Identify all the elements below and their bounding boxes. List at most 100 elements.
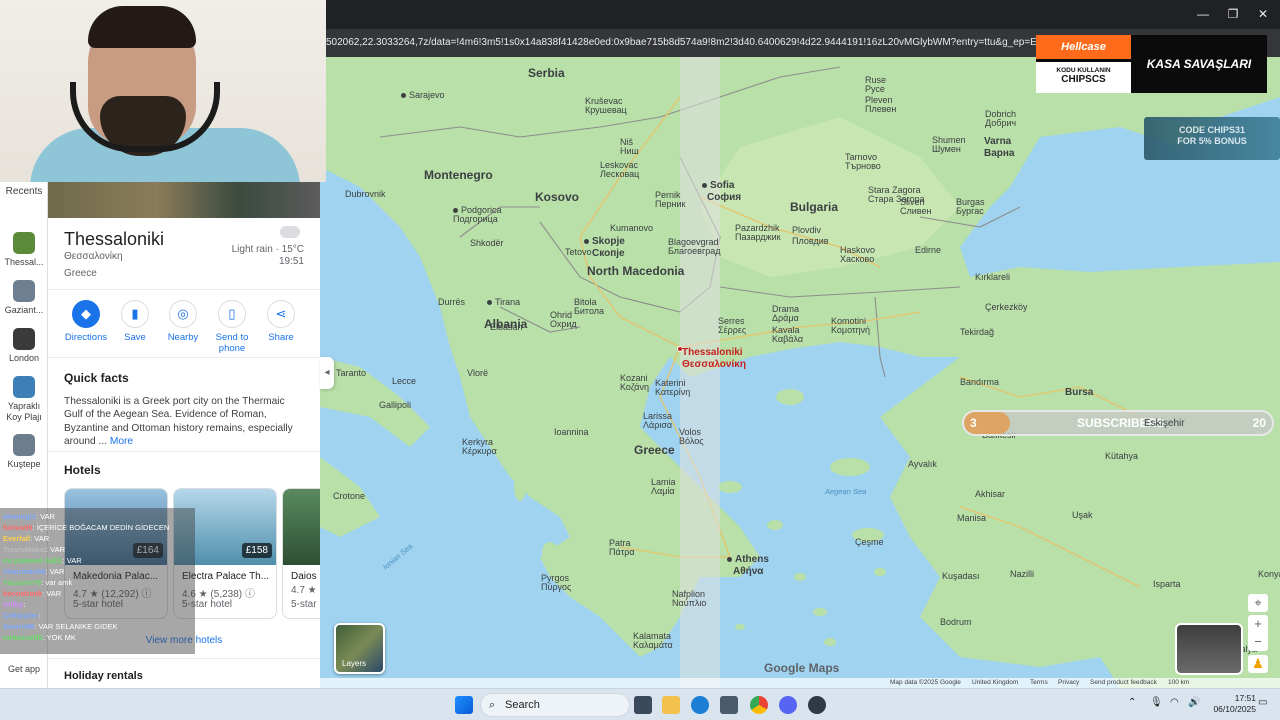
city-label[interactable]: Ioannina <box>554 427 589 437</box>
recent-item[interactable]: Thessal... <box>0 232 48 268</box>
pegman-icon[interactable]: ♟ <box>1248 655 1268 673</box>
country-label[interactable]: Greece <box>634 444 675 456</box>
city-label[interactable]: Bodrum <box>940 617 972 627</box>
city-label[interactable]: Bursa <box>1065 388 1093 398</box>
place-hero-photo[interactable] <box>48 182 320 218</box>
city-label[interactable]: Çerkezköy <box>985 302 1028 312</box>
get-app-button[interactable]: Get app <box>0 664 48 675</box>
city-label[interactable]: Πάτρα <box>609 547 635 557</box>
city-label[interactable]: Варна <box>984 149 1015 159</box>
city-label[interactable]: Сливен <box>900 206 931 216</box>
city-label[interactable]: Пазарджик <box>735 232 781 242</box>
city-label[interactable]: Πύργος <box>541 582 571 592</box>
store-icon[interactable] <box>720 696 738 714</box>
city-label[interactable]: Tetovo <box>565 247 592 257</box>
city-label[interactable]: Kuşadası <box>942 571 980 581</box>
send-to-phone-button[interactable]: ▯ Send to phone <box>208 300 256 354</box>
city-label[interactable]: Manisa <box>957 513 986 523</box>
maximize-button[interactable]: ❐ <box>1222 4 1244 24</box>
close-button[interactable]: ✕ <box>1252 4 1274 24</box>
country-label[interactable]: Bulgaria <box>790 201 838 213</box>
windows-start-icon[interactable] <box>455 696 473 714</box>
city-label[interactable]: Dubrovnik <box>345 189 386 199</box>
wifi-icon[interactable]: ◠ <box>1170 697 1179 708</box>
hotel-card[interactable]: Daios L 4.7 ★ 5-star <box>282 488 320 619</box>
city-label[interactable]: Καβάλα <box>772 334 803 344</box>
layers-button[interactable]: Layers <box>334 623 385 674</box>
city-label[interactable]: Çeşme <box>855 537 884 547</box>
city-label[interactable]: Isparta <box>1153 579 1181 589</box>
zoom-in-button[interactable]: + <box>1248 615 1268 633</box>
notification-icon[interactable]: ▭ <box>1258 697 1267 708</box>
city-label[interactable]: Шумен <box>932 144 961 154</box>
save-button[interactable]: ▮ Save <box>111 300 159 343</box>
city-label[interactable]: Αθήνα <box>733 567 763 577</box>
minimize-button[interactable]: — <box>1192 4 1214 24</box>
city-label[interactable]: Βόλος <box>679 436 704 446</box>
city-label[interactable]: Охрид <box>550 319 577 329</box>
city-label[interactable]: Δράμα <box>772 313 799 323</box>
city-label[interactable]: Varna <box>984 137 1011 147</box>
attribution-region[interactable]: United Kingdom <box>972 679 1018 686</box>
city-label[interactable]: Tekirdağ <box>960 327 994 337</box>
city-label[interactable]: Търново <box>845 161 881 171</box>
city-label[interactable]: Ayvalık <box>908 459 937 469</box>
city-label[interactable]: Благоевград <box>668 246 720 256</box>
city-label[interactable]: Kütahya <box>1105 451 1138 461</box>
city-label[interactable]: Konya <box>1258 569 1280 579</box>
my-location-icon[interactable]: ⌖ <box>1248 594 1268 612</box>
collapse-panel-button[interactable]: ◂ <box>320 357 334 389</box>
attribution-feedback[interactable]: Send product feedback <box>1090 679 1157 686</box>
nearby-button[interactable]: ◎ Nearby <box>159 300 207 343</box>
country-label[interactable]: Kosovo <box>535 191 579 203</box>
city-label[interactable]: Vlorë <box>467 368 488 378</box>
city-label[interactable]: Lecce <box>392 376 416 386</box>
city-label[interactable]: Перник <box>655 199 685 209</box>
city-label[interactable]: Ναύπλιο <box>672 598 706 608</box>
country-label[interactable]: Serbia <box>528 67 565 79</box>
city-label[interactable]: Подгорица <box>453 214 498 224</box>
city-label[interactable]: Taranto <box>336 368 366 378</box>
city-label[interactable]: Shkodër <box>470 238 504 248</box>
directions-button[interactable]: ◆ Directions <box>62 300 110 343</box>
city-label[interactable]: Ниш <box>620 146 639 156</box>
zoom-out-button[interactable]: − <box>1248 633 1268 651</box>
city-label[interactable]: Akhisar <box>975 489 1005 499</box>
city-label[interactable]: Русе <box>865 84 885 94</box>
city-label[interactable]: Skopje <box>584 237 625 247</box>
pin-label[interactable]: Thessaloniki Θεσσαλονίκη <box>682 347 746 371</box>
task-view-icon[interactable] <box>634 696 652 714</box>
city-label[interactable]: Скопје <box>592 249 625 259</box>
city-label[interactable]: Crotone <box>333 491 365 501</box>
scale-label[interactable]: 100 km <box>1168 679 1189 686</box>
city-label[interactable]: Kırklareli <box>975 272 1010 282</box>
city-label[interactable]: Uşak <box>1072 510 1093 520</box>
edge-icon[interactable] <box>691 696 709 714</box>
city-label[interactable]: Λαμία <box>651 486 675 496</box>
share-button[interactable]: ⋖ Share <box>257 300 305 343</box>
city-label[interactable]: Athens <box>727 555 769 565</box>
city-label[interactable]: София <box>707 193 741 203</box>
city-label[interactable]: Plovdiv <box>792 225 821 235</box>
recent-item[interactable]: London <box>0 328 48 364</box>
recent-item[interactable]: Yapraklı Koy Plajı <box>0 376 48 423</box>
attribution-privacy[interactable]: Privacy <box>1058 679 1079 686</box>
country-label[interactable]: Montenegro <box>424 169 493 181</box>
app-icon[interactable] <box>808 696 826 714</box>
city-label[interactable]: Gallipoli <box>379 400 411 410</box>
city-label[interactable]: Durrës <box>438 297 465 307</box>
city-label[interactable]: Sarajevo <box>401 90 445 100</box>
city-label[interactable]: Добрич <box>985 118 1016 128</box>
city-label[interactable]: Хасково <box>840 254 874 264</box>
more-link[interactable]: More <box>110 436 133 447</box>
city-label[interactable]: Bandırma <box>960 377 999 387</box>
tray-chevron-icon[interactable]: ⌃ <box>1128 697 1136 708</box>
recent-item[interactable]: Gaziant... <box>0 280 48 316</box>
city-label[interactable]: Пловдив <box>792 236 829 246</box>
city-label[interactable]: Κομοτηνή <box>831 325 870 335</box>
microphone-icon[interactable]: 🎙 <box>1150 697 1163 708</box>
city-label[interactable]: Nazilli <box>1010 569 1034 579</box>
taskbar-clock[interactable]: 17:51 06/10/2025 <box>1213 693 1256 715</box>
city-label[interactable]: Elbasan <box>490 322 523 332</box>
volume-icon[interactable]: 🔊 <box>1188 697 1200 708</box>
